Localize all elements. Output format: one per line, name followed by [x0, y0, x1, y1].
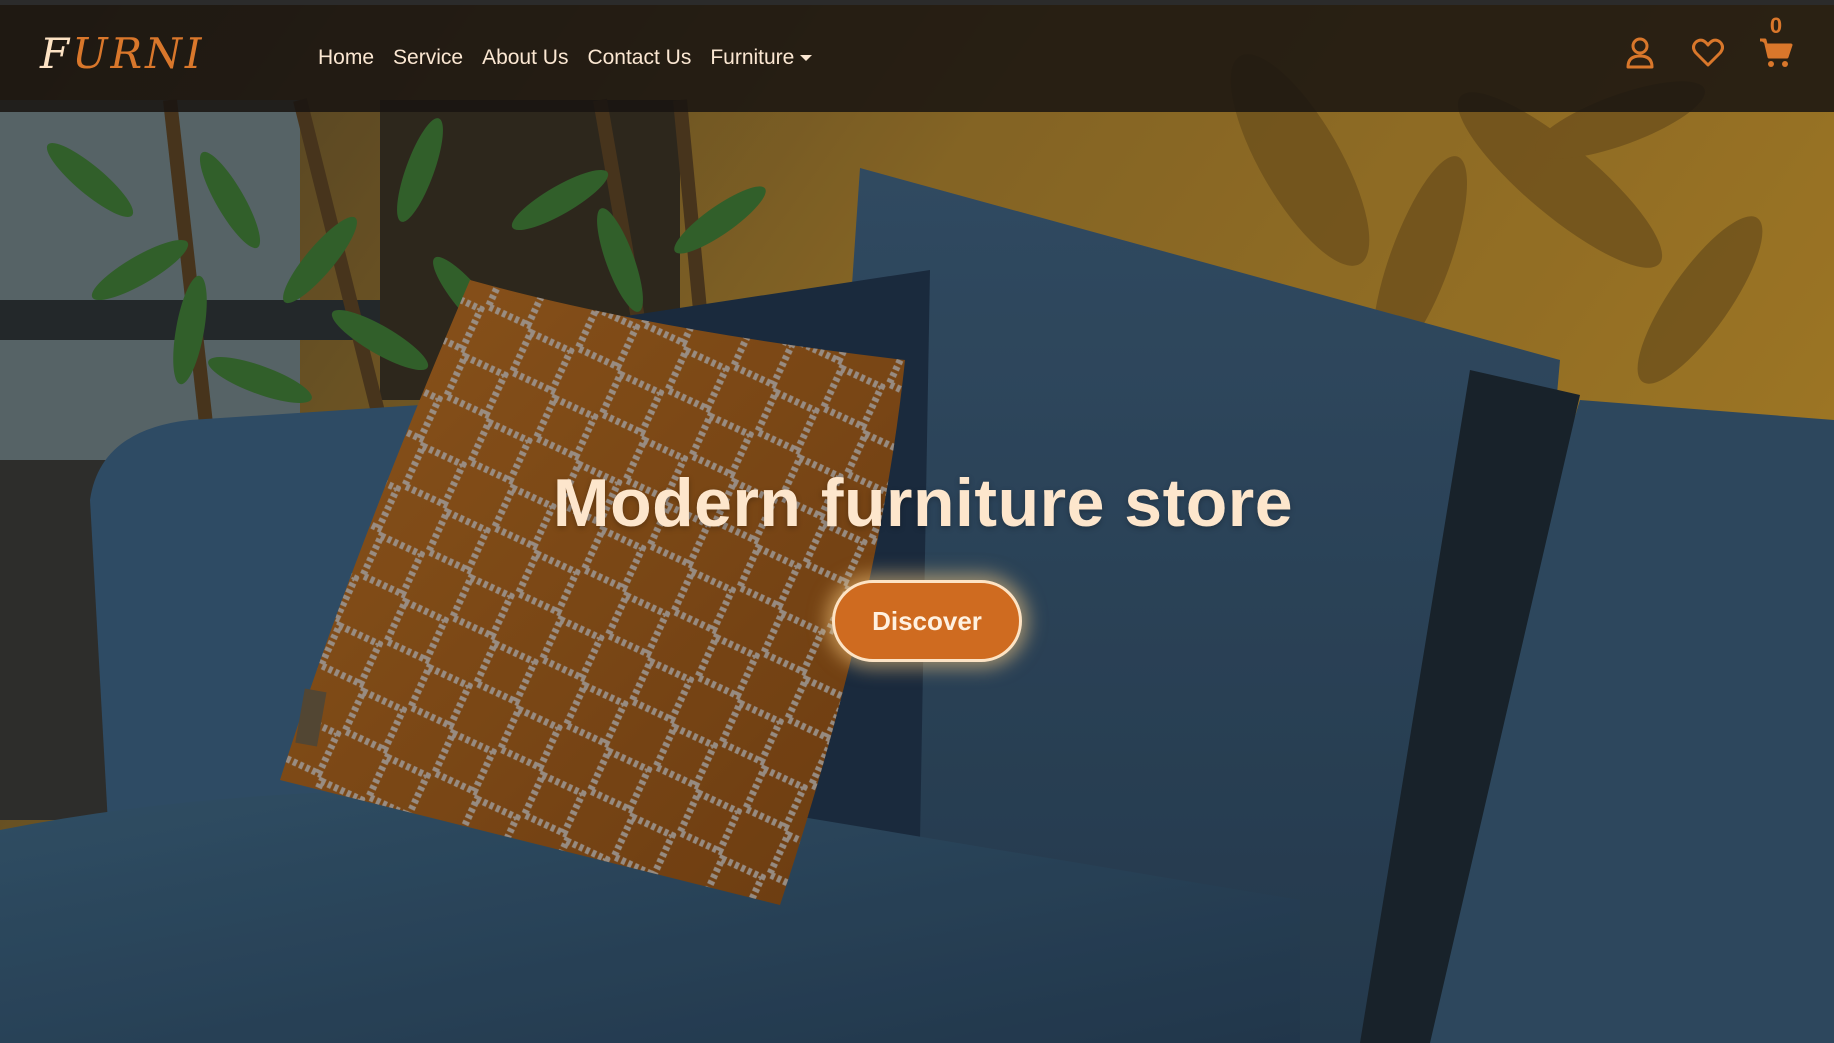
heart-icon: [1692, 38, 1724, 67]
cart-button[interactable]: 0: [1758, 15, 1794, 71]
cart-icon: [1760, 38, 1793, 67]
nav-dropdown-furniture-label: Furniture: [710, 46, 795, 69]
navbar: FURNI Home Service About Us Contact Us F…: [0, 5, 1834, 112]
nav-dropdown-furniture[interactable]: Furniture: [710, 46, 813, 70]
nav-link-about-us[interactable]: About Us: [482, 46, 568, 70]
brand-logo-first-letter: F: [40, 29, 73, 78]
page: FURNI Home Service About Us Contact Us F…: [0, 0, 1834, 1043]
brand-logo-rest: URNI: [72, 29, 205, 78]
nav-menu: Home Service About Us Contact Us Furnitu…: [318, 46, 813, 70]
discover-button[interactable]: Discover: [832, 580, 1022, 662]
nav-link-service[interactable]: Service: [393, 46, 463, 70]
user-icon: [1626, 37, 1654, 69]
wishlist-button[interactable]: [1690, 35, 1726, 71]
brand-logo[interactable]: FURNI: [40, 33, 205, 75]
hero-title: Modern furniture store: [552, 465, 1294, 541]
caret-down-icon: [800, 55, 813, 61]
nav-link-contact-us[interactable]: Contact Us: [587, 46, 691, 70]
account-button[interactable]: [1622, 35, 1658, 71]
header-actions: 0: [1622, 15, 1794, 71]
cart-count-badge: 0: [1769, 13, 1783, 38]
nav-link-home[interactable]: Home: [318, 46, 374, 70]
